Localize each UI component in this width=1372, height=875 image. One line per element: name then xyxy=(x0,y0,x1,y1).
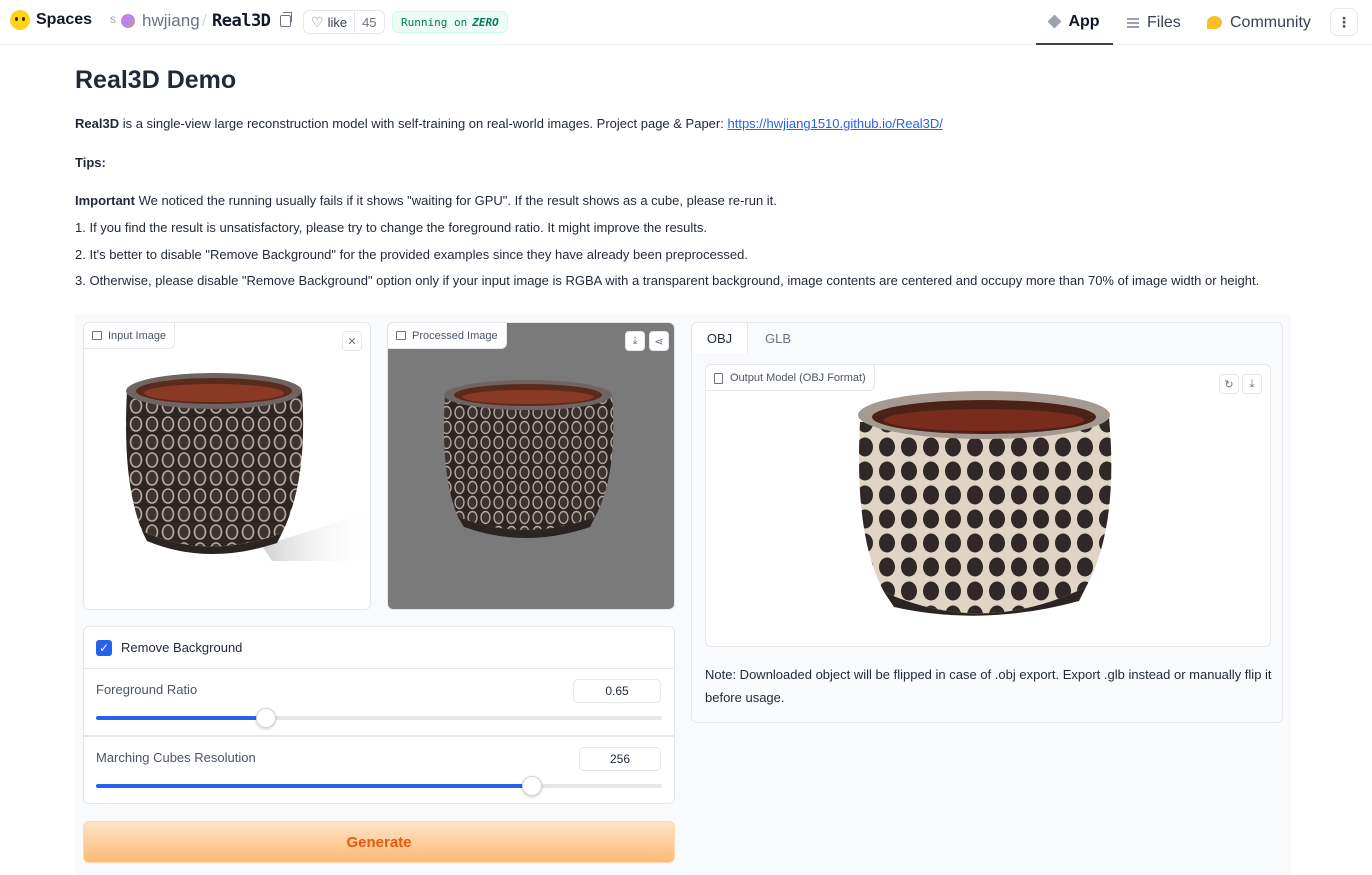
important-text: We noticed the running usually fails if … xyxy=(134,193,777,208)
foreground-ratio-track[interactable] xyxy=(96,708,662,728)
foreground-ratio-input[interactable]: 0.65 xyxy=(573,679,661,703)
copy-icon[interactable] xyxy=(280,12,292,27)
processed-image-label-text: Processed Image xyxy=(412,329,498,342)
tab-community-label: Community xyxy=(1230,13,1311,31)
tips-label: Tips: xyxy=(75,155,106,170)
output-model-render xyxy=(858,391,1112,616)
mc-resolution-block: Marching Cubes Resolution 256 xyxy=(83,736,675,804)
brand-label: Spaces xyxy=(36,11,93,28)
spaces-brand[interactable]: Spaces xyxy=(10,10,92,30)
input-pot-image xyxy=(126,373,370,561)
tab-files-label: Files xyxy=(1147,13,1181,31)
running-hardware: ZERO xyxy=(472,15,499,29)
generate-button[interactable]: Generate xyxy=(83,821,675,863)
like-button[interactable]: ♡ like 45 xyxy=(303,10,385,34)
foreground-ratio-slider-handle[interactable] xyxy=(255,708,276,728)
clear-image-button[interactable]: ✕ xyxy=(342,331,362,351)
remove-background-checkbox[interactable]: ✓ xyxy=(96,640,112,656)
file-icon xyxy=(714,373,723,384)
foreground-ratio-block: Foreground Ratio 0.65 xyxy=(83,668,675,736)
output-model-label: Output Model (OBJ Format) xyxy=(706,365,875,391)
intro-text: is a single-view large reconstruction mo… xyxy=(119,116,728,131)
foreground-ratio-fill xyxy=(96,716,266,720)
more-options-button[interactable]: ⋮ xyxy=(1330,8,1358,36)
intro-bold: Real3D xyxy=(75,116,120,131)
image-icon xyxy=(92,331,102,340)
processed-image-panel: Processed Image ⤓ ⋖ xyxy=(387,322,675,610)
download-model-icon[interactable]: ⤓ xyxy=(1242,374,1262,394)
tab-obj[interactable]: OBJ xyxy=(692,323,748,353)
running-status-badge[interactable]: Running on ZERO xyxy=(392,11,508,33)
remove-background-label[interactable]: Remove Background xyxy=(121,640,242,655)
output-panel: OBJ GLB Output Model (OBJ Format) ↻ ⤓ No… xyxy=(691,322,1283,723)
breadcrumb-separator: / xyxy=(202,11,207,30)
separator-dot-icon: s xyxy=(110,12,116,26)
export-note: Note: Downloaded object will be flipped … xyxy=(705,667,1272,705)
tab-files[interactable]: Files xyxy=(1127,0,1181,45)
output-model-label-text: Output Model (OBJ Format) xyxy=(730,371,866,384)
page-title: Real3D Demo xyxy=(75,66,237,94)
like-label: like xyxy=(327,14,348,30)
user-avatar[interactable] xyxy=(121,14,135,28)
breadcrumb-user[interactable]: hwjiang xyxy=(142,11,200,31)
processed-image-label: Processed Image xyxy=(388,323,507,349)
tip-1: 1. If you find the result is unsatisfact… xyxy=(75,220,708,235)
tab-community[interactable]: Community xyxy=(1207,0,1311,45)
important-paragraph: Important We noticed the running usually… xyxy=(75,193,777,208)
important-bold: Important xyxy=(75,193,135,208)
tab-app[interactable]: App xyxy=(1036,0,1113,45)
mc-resolution-input[interactable]: 256 xyxy=(579,747,661,771)
image-icon xyxy=(396,331,406,340)
tips-heading: Tips: xyxy=(75,155,106,170)
cube-icon xyxy=(1047,14,1062,29)
mc-resolution-fill xyxy=(96,784,532,788)
remove-background-row[interactable]: ✓ Remove Background xyxy=(83,626,675,669)
tab-glb[interactable]: GLB xyxy=(752,323,804,353)
mc-resolution-slider-handle[interactable] xyxy=(521,776,542,796)
model-viewer[interactable]: Output Model (OBJ Format) ↻ ⤓ xyxy=(705,364,1271,647)
foreground-ratio-label: Foreground Ratio xyxy=(96,682,198,697)
mc-resolution-track[interactable] xyxy=(96,776,662,796)
share-icon[interactable]: ⋖ xyxy=(649,331,669,351)
intro-paragraph: Real3D is a single-view large reconstruc… xyxy=(75,116,943,131)
reset-view-icon[interactable]: ↻ xyxy=(1219,374,1239,394)
running-prefix: Running on xyxy=(401,15,468,29)
heart-icon: ♡ xyxy=(311,13,324,30)
input-image-label-text: Input Image xyxy=(108,329,167,342)
tip-3: 3. Otherwise, please disable "Remove Bac… xyxy=(75,273,1260,288)
mc-resolution-label: Marching Cubes Resolution xyxy=(96,750,256,765)
input-image-label: Input Image xyxy=(84,323,176,349)
community-icon xyxy=(1207,16,1222,29)
project-link[interactable]: https://hwjiang1510.github.io/Real3D/ xyxy=(727,116,942,131)
top-bar: Spaces s hwjiang / Real3D ♡ like 45 Runni… xyxy=(0,0,1372,45)
tip-2: 2. It's better to disable "Remove Backgr… xyxy=(75,247,748,262)
hugging-face-logo-icon xyxy=(10,10,30,30)
tab-app-label: App xyxy=(1068,12,1100,30)
like-count[interactable]: 45 xyxy=(354,11,383,33)
breadcrumb-repo[interactable]: Real3D xyxy=(212,11,271,31)
input-image-panel[interactable]: Input Image ✕ xyxy=(83,322,371,610)
files-icon xyxy=(1127,17,1139,28)
download-icon[interactable]: ⤓ xyxy=(625,331,645,351)
processed-pot-image xyxy=(443,380,614,538)
